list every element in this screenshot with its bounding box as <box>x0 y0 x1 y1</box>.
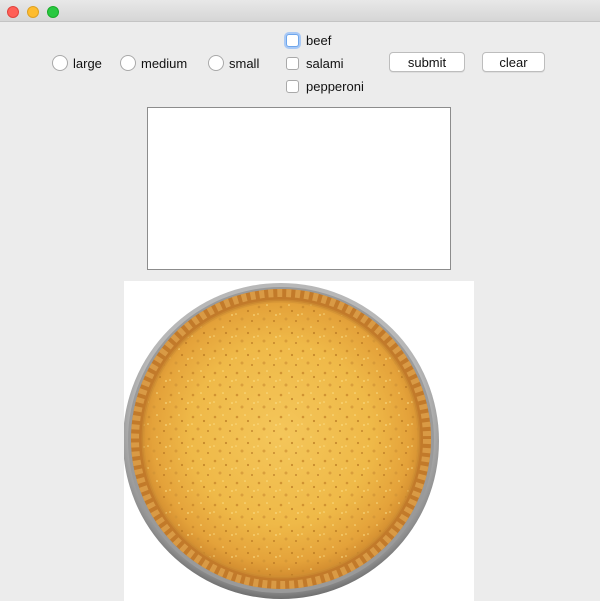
checkbox-pepperoni[interactable]: pepperoni <box>286 78 364 94</box>
radio-small[interactable]: small <box>208 54 259 72</box>
pizza-image-panel <box>124 281 474 601</box>
checkbox-beef-label: beef <box>306 32 332 48</box>
zoom-window-button[interactable] <box>47 6 59 18</box>
checkbox-pepperoni-label: pepperoni <box>306 78 364 94</box>
clear-button[interactable]: clear <box>482 52 545 72</box>
checkbox-salami-box[interactable] <box>286 56 299 70</box>
radio-small-circle[interactable] <box>208 55 224 71</box>
radio-large-label: large <box>73 55 102 71</box>
pizza-crust-image <box>124 283 439 599</box>
app-window: large medium small beef salami pepperoni… <box>0 0 600 601</box>
radio-medium-circle[interactable] <box>120 55 136 71</box>
output-text-area[interactable] <box>147 107 451 270</box>
minimize-window-button[interactable] <box>27 6 39 18</box>
title-bar <box>0 0 600 22</box>
radio-small-label: small <box>229 55 260 71</box>
checkbox-beef-box[interactable] <box>286 33 299 47</box>
radio-medium-label: medium <box>141 55 188 71</box>
radio-large[interactable]: large <box>52 54 102 72</box>
close-window-button[interactable] <box>7 6 19 18</box>
submit-button[interactable]: submit <box>389 52 465 72</box>
checkbox-pepperoni-box[interactable] <box>286 79 299 93</box>
radio-large-circle[interactable] <box>52 55 68 71</box>
checkbox-salami-label: salami <box>306 55 344 71</box>
checkbox-salami[interactable]: salami <box>286 55 344 71</box>
checkbox-beef[interactable]: beef <box>286 32 331 48</box>
radio-medium[interactable]: medium <box>120 54 187 72</box>
